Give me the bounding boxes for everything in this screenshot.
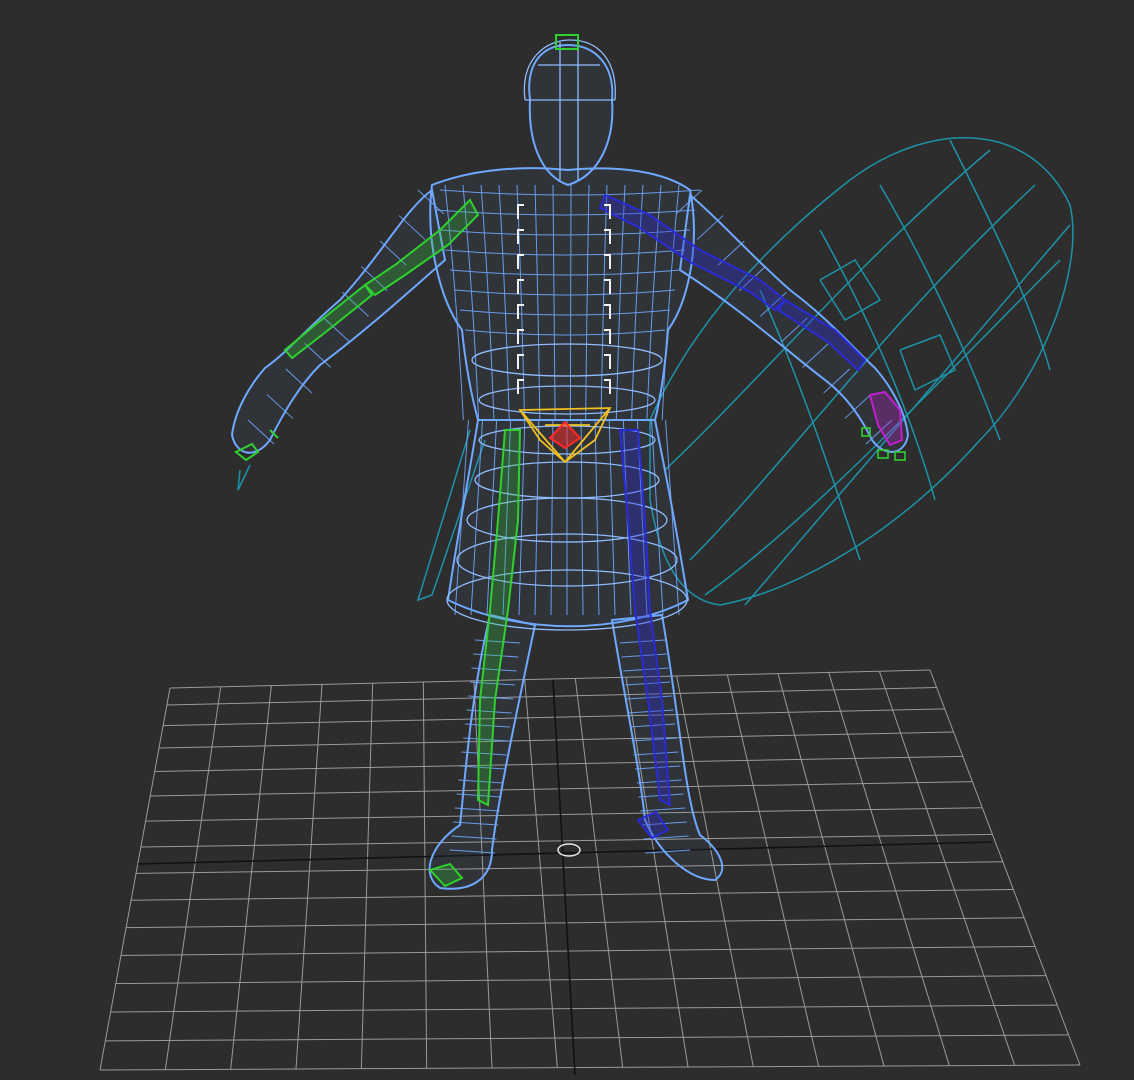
grid-line: [164, 686, 222, 1070]
mesh-edge: [569, 184, 572, 421]
grid-line: [150, 781, 973, 797]
grid-line: [120, 945, 1036, 956]
grid-line: [99, 1064, 1081, 1071]
grid-line: [230, 685, 272, 1070]
viewport-canvas[interactable]: [0, 0, 1134, 1080]
grid-line: [295, 684, 323, 1070]
grid-line: [422, 681, 428, 1069]
sword-scabbard-mesh: [237, 429, 486, 602]
character-mesh[interactable]: [230, 39, 910, 890]
grid-line: [105, 1034, 1069, 1042]
grid-line: [145, 807, 983, 822]
grid-line: [166, 687, 937, 706]
grid-line: [169, 669, 931, 689]
ground-grid: [99, 669, 1081, 1071]
grid-line: [136, 861, 1003, 874]
grid-line: [524, 679, 558, 1068]
grid-line: [110, 1004, 1058, 1013]
grid-line: [360, 683, 374, 1069]
grid-line: [163, 708, 945, 727]
grid-line: [115, 975, 1047, 985]
grid-line: [131, 889, 1014, 901]
3d-viewport[interactable]: [0, 0, 1134, 1080]
grid-line: [126, 917, 1025, 929]
origin-marker[interactable]: [557, 843, 581, 857]
grid-line: [99, 687, 171, 1071]
